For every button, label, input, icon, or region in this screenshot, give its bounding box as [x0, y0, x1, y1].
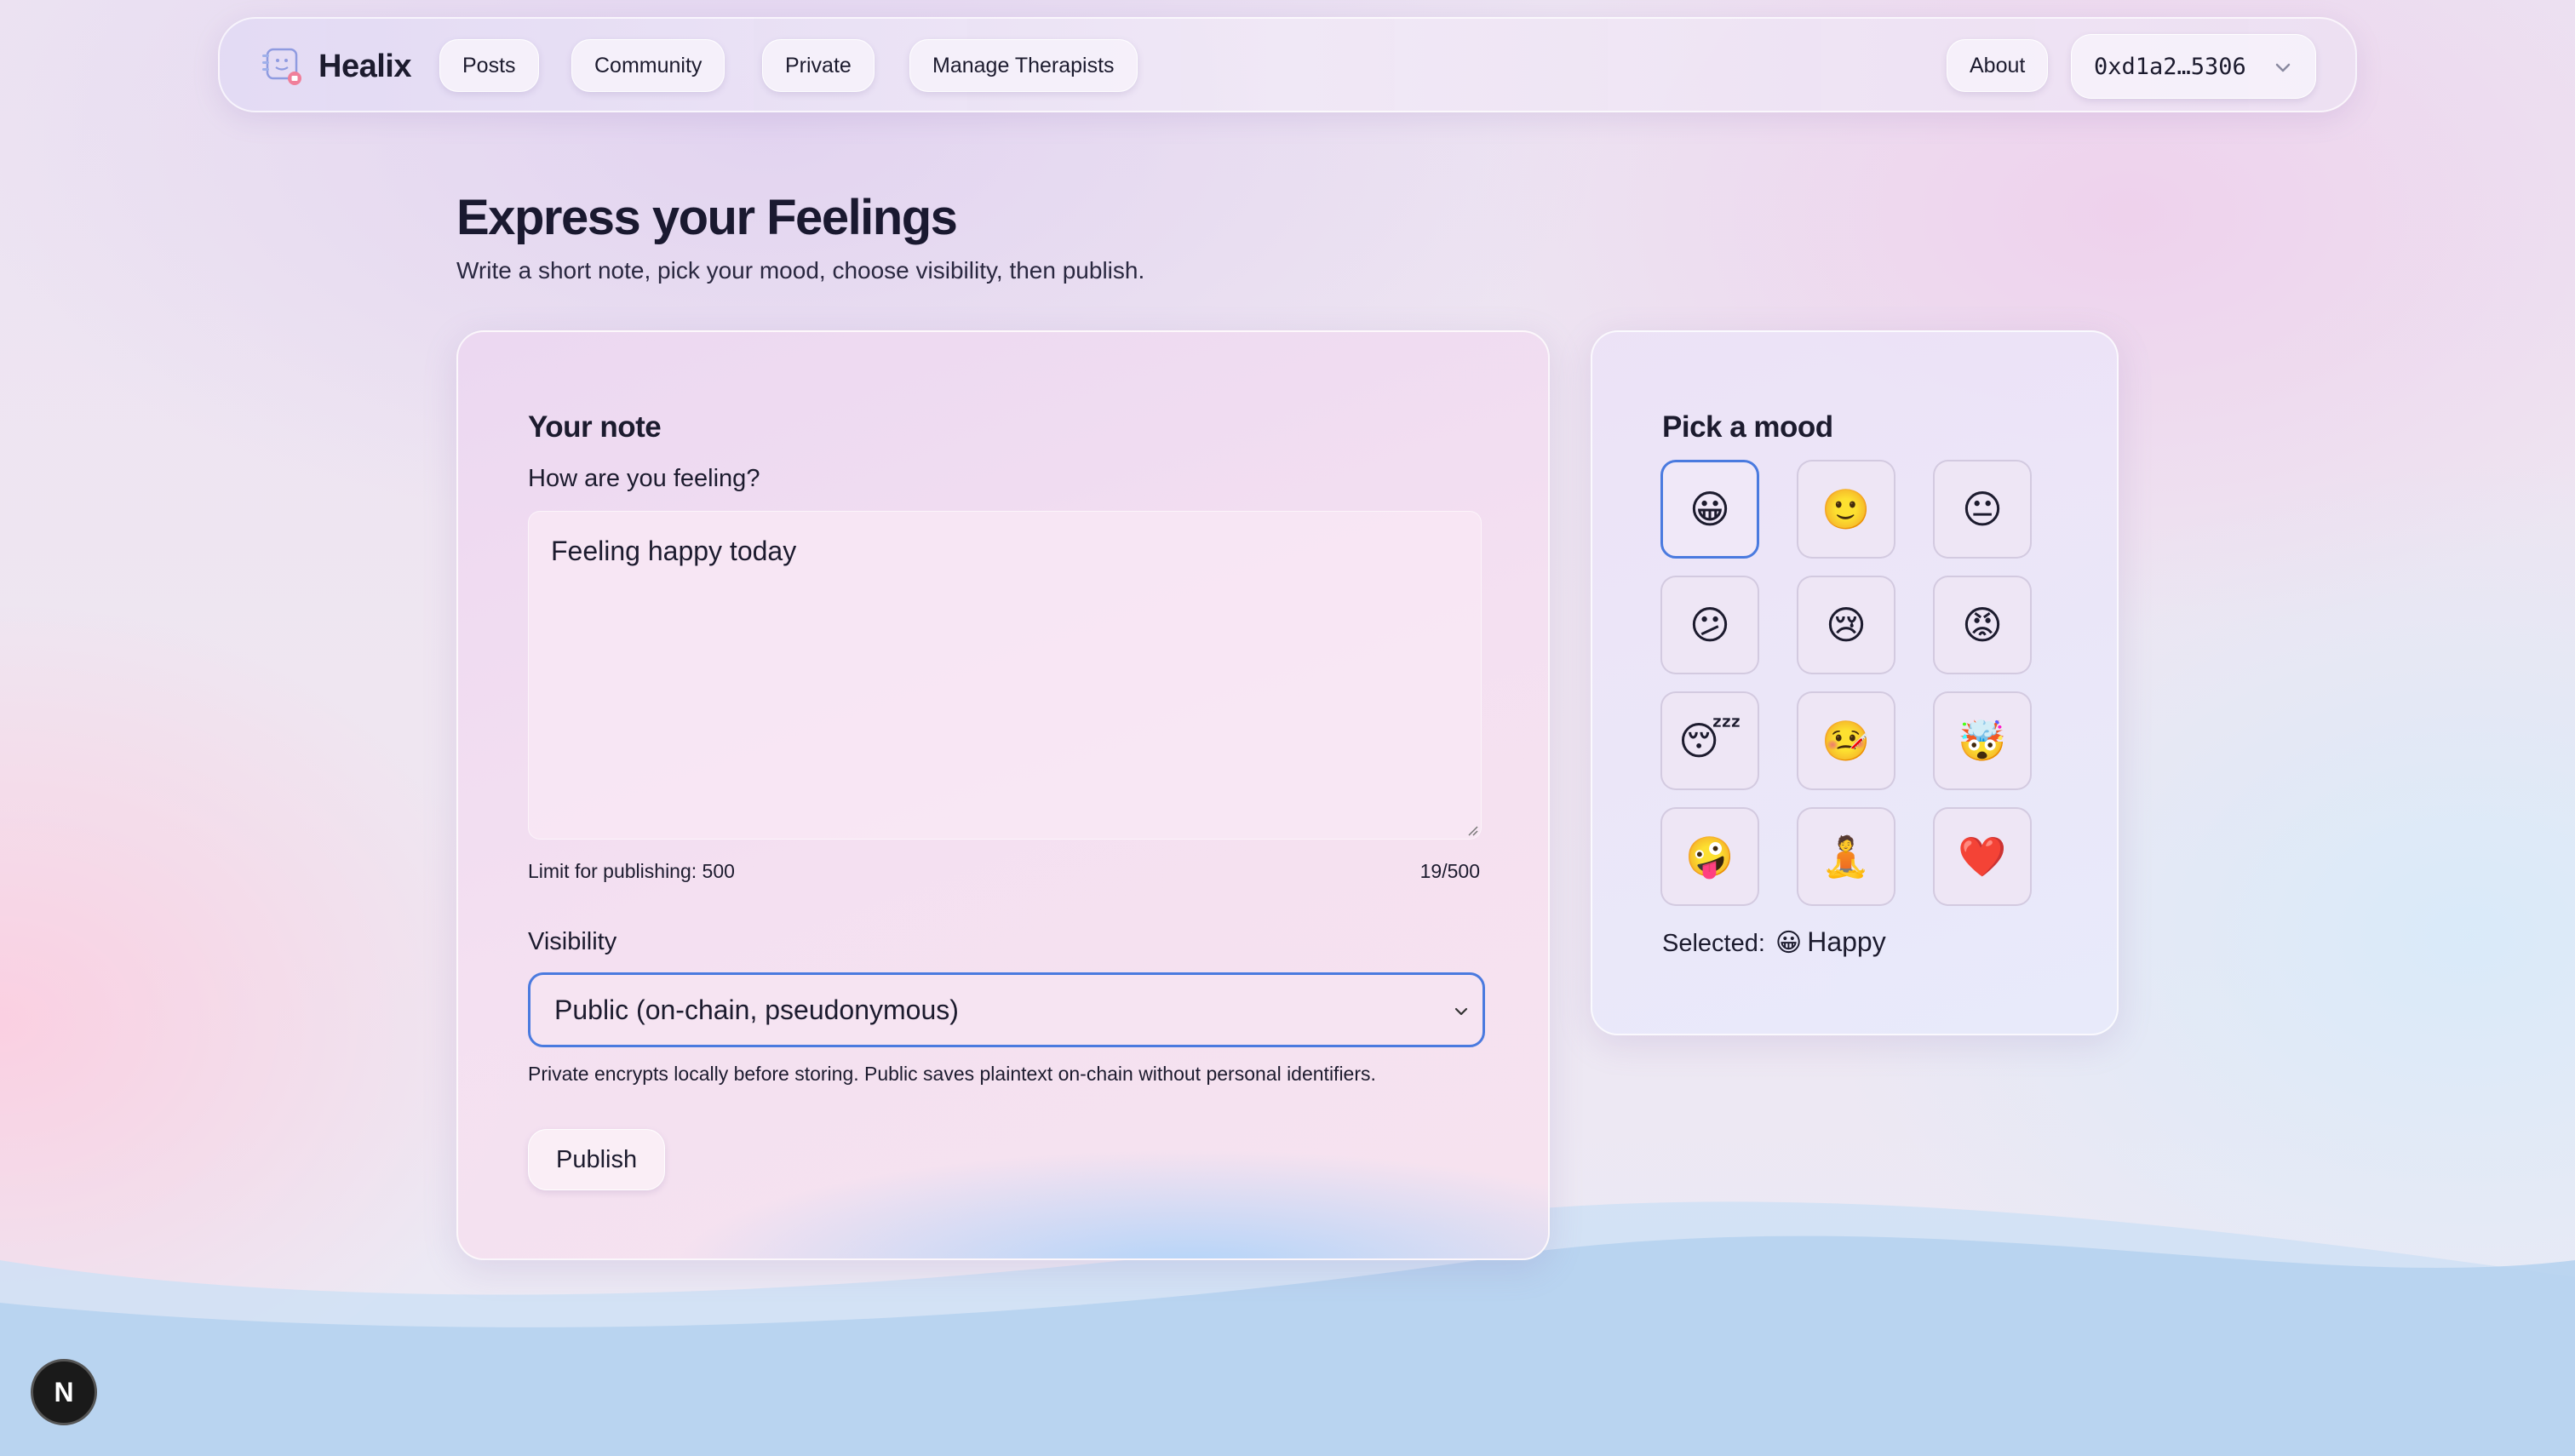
note-card-title: Your note	[528, 410, 662, 444]
nav-community[interactable]: Community	[571, 39, 725, 92]
chevron-down-icon	[1454, 1007, 1468, 1016]
mood-option[interactable]: 🤪	[1660, 807, 1759, 906]
brand[interactable]: Healix	[261, 44, 411, 89]
mood-option[interactable]: ❤️	[1933, 807, 2032, 906]
healix-logo-icon	[262, 48, 301, 85]
resize-grip-icon[interactable]	[1464, 822, 1479, 837]
mood-option-selected[interactable]: 😀	[1660, 460, 1759, 559]
nav-about[interactable]: About	[1947, 39, 2049, 92]
nav-private[interactable]: Private	[762, 39, 875, 92]
mood-option[interactable]: 🤒	[1797, 691, 1895, 790]
wallet-account-button[interactable]: 0xd1a2…5306	[2071, 34, 2316, 99]
top-navbar: Healix Posts Community Private Manage Th…	[218, 17, 2357, 112]
mood-option[interactable]: 😐	[1933, 460, 2032, 559]
mood-option[interactable]: 😕	[1660, 576, 1759, 674]
nav-manage-therapists[interactable]: Manage Therapists	[909, 39, 1138, 92]
mood-option[interactable]: 😢	[1797, 576, 1895, 674]
wallet-address: 0xd1a2…5306	[2094, 53, 2246, 80]
selected-mood-value: Happy	[1807, 926, 1886, 957]
nav-posts[interactable]: Posts	[439, 39, 539, 92]
mood-option[interactable]: 🙂	[1797, 460, 1895, 559]
chevron-down-icon	[2275, 63, 2291, 72]
mood-card: Pick a mood 😀 🙂 😐 😕 😢 😡 😴 🤒 🤯 🤪 🧘 ❤️ Sel…	[1591, 330, 2119, 1035]
visibility-selected-value: Public (on-chain, pseudonymous)	[554, 994, 959, 1025]
visibility-select[interactable]: Public (on-chain, pseudonymous)	[528, 972, 1485, 1047]
mood-option[interactable]: 😴	[1660, 691, 1759, 790]
mood-option[interactable]: 🧘	[1797, 807, 1895, 906]
note-prompt-label: How are you feeling?	[528, 465, 760, 492]
brand-name: Healix	[318, 48, 411, 84]
nextjs-dev-badge[interactable]: N	[31, 1359, 97, 1425]
publish-limit-label: Limit for publishing: 500	[528, 860, 735, 882]
note-card: Your note How are you feeling? Feeling h…	[456, 330, 1550, 1260]
page-subtitle: Write a short note, pick your mood, choo…	[456, 257, 1145, 284]
char-counter: 19/500	[1419, 860, 1480, 882]
selected-mood-emoji: 😀	[1775, 929, 1803, 957]
publish-button[interactable]: Publish	[528, 1129, 666, 1190]
note-text: Feeling happy today	[551, 536, 797, 566]
card-glow	[628, 1139, 1548, 1258]
selected-mood: Selected: 😀 Happy	[1662, 926, 1886, 958]
visibility-label: Visibility	[528, 928, 617, 955]
mood-card-title: Pick a mood	[1662, 410, 1833, 444]
mood-option[interactable]: 🤯	[1933, 691, 2032, 790]
note-textarea[interactable]: Feeling happy today	[528, 511, 1482, 840]
mood-option[interactable]: 😡	[1933, 576, 2032, 674]
selected-mood-label: Selected:	[1662, 930, 1765, 957]
visibility-help-text: Private encrypts locally before storing.…	[528, 1063, 1376, 1085]
page-title: Express your Feelings	[456, 190, 958, 245]
